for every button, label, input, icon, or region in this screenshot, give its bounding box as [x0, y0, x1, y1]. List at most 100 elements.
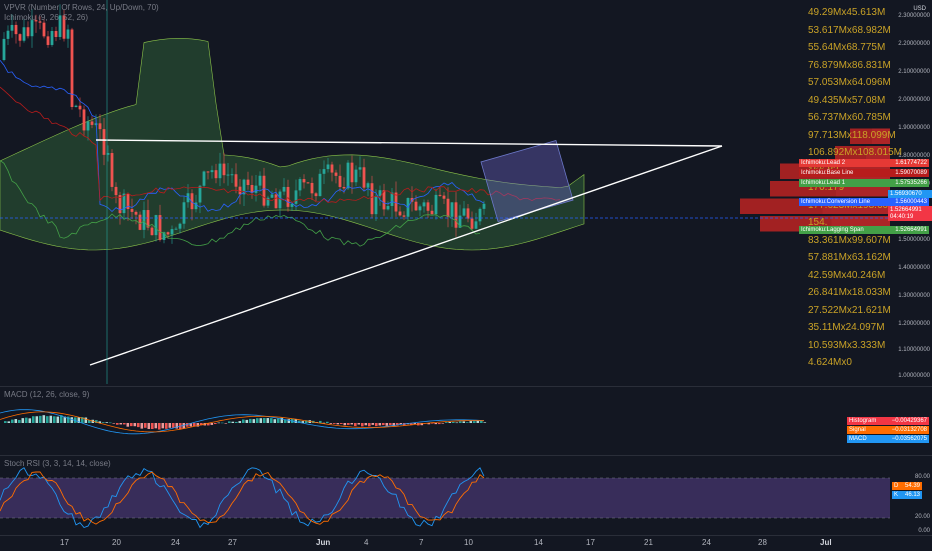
candle-down [414, 201, 418, 211]
macd-histogram-bar [14, 419, 18, 423]
candle-up [258, 175, 262, 186]
volume-profile-label: 56.737Mx60.785M [808, 112, 891, 123]
candle-down [350, 162, 354, 183]
tag-value: 1.52664991 [895, 227, 927, 233]
price-tag: 1.56930670 [888, 190, 932, 198]
candle-down [150, 227, 154, 236]
candle-up [2, 38, 6, 60]
tag-value: 54.39 [904, 483, 920, 489]
candle-down [438, 194, 442, 196]
price-chart-canvas[interactable] [0, 0, 932, 384]
macd-histogram-bar [263, 417, 266, 423]
macd-histogram-bar [119, 423, 123, 425]
price-tick: 1.40000000 [898, 265, 930, 271]
macd-histogram-bar [21, 418, 25, 423]
main-legend[interactable]: VPVR (Number Of Rows, 24, Up/Down, 70) I… [4, 3, 159, 23]
candle-up [318, 173, 322, 197]
macd-histogram-bar [147, 423, 151, 430]
macd-histogram-bar [224, 423, 228, 424]
vpvr-legend[interactable]: VPVR (Number Of Rows, 24, Up/Down, 70) [4, 3, 159, 13]
time-tick: 28 [758, 538, 767, 547]
macd-histogram-bar [126, 423, 130, 427]
stoch-rsi-pane[interactable]: Stoch RSI (3, 3, 14, 14, close) 80.00 20… [0, 455, 932, 536]
macd-histogram-bar [371, 423, 375, 425]
time-tick: Jul [820, 538, 832, 547]
macd-histogram-bar [361, 423, 364, 427]
price-tick: 1.50000000 [898, 237, 930, 243]
candle-up [298, 179, 302, 191]
price-tick: 1.90000000 [898, 125, 930, 131]
time-axis[interactable]: 17 20 24 27 Jun 4 7 10 14 17 21 24 28 Jul [0, 535, 932, 551]
volume-profile-label: 57.881Mx63.162M [808, 252, 891, 263]
tag-value: −0.00429367 [891, 418, 927, 424]
macd-histogram-bar [235, 421, 238, 423]
macd-histogram-bar [67, 416, 70, 423]
tag-label: Histogram [849, 418, 877, 424]
stoch-tick-80: 80.00 [914, 474, 930, 480]
candle-down [78, 105, 82, 110]
candle-down [398, 211, 402, 216]
macd-pane[interactable]: MACD (12, 26, close, 9) Histogram −0.0042… [0, 386, 932, 455]
macd-histogram-bar [228, 421, 231, 423]
time-tick: 14 [534, 538, 543, 547]
tag-value: −0.03132708 [891, 427, 927, 433]
tag-label: Signal [849, 427, 866, 433]
stoch-legend[interactable]: Stoch RSI (3, 3, 14, 14, close) [4, 459, 111, 468]
time-tick: 20 [112, 538, 121, 547]
time-tick: 17 [60, 538, 69, 547]
macd-histogram-bar [445, 422, 448, 423]
candle-up [142, 210, 146, 230]
macd-histogram-bar [354, 423, 357, 427]
macd-legend[interactable]: MACD (12, 26, close, 9) [4, 390, 89, 399]
currency-label: USD [913, 6, 926, 12]
ichimoku-legend[interactable]: Ichimoku (9, 26, 52, 26) [4, 13, 159, 23]
tag-label: Ichimoku:Conversion Line [801, 199, 871, 205]
macd-histogram-bar [469, 421, 473, 423]
candle-down [234, 174, 238, 187]
volume-profile-label: 42.59Mx40.246M [808, 269, 886, 281]
tag-value: 1.56000443 [895, 199, 927, 205]
macd-canvas[interactable] [0, 387, 932, 455]
volume-profile-label: 57.053Mx64.096M [808, 77, 891, 88]
macd-histogram-bar [245, 419, 249, 423]
macd-histogram-bar [385, 423, 389, 426]
macd-histogram-bar [242, 419, 245, 423]
tag-value: 1.61774722 [895, 160, 927, 166]
stoch-rsi-canvas[interactable] [0, 456, 932, 536]
macd-histogram-bar [18, 419, 21, 423]
macd-histogram-bar [46, 416, 49, 423]
macd-histogram-bar [333, 423, 336, 424]
price-tick: 2.00000000 [898, 97, 930, 103]
price-tag: Ichimoku:Lagging Span 1.52664991 [799, 226, 929, 234]
candle-up [202, 171, 206, 186]
macd-histogram-bar [462, 421, 466, 423]
candle-down [446, 198, 450, 217]
candle-down [14, 24, 18, 35]
macd-histogram-bar [483, 422, 487, 423]
macd-tag: Histogram −0.00429367 [847, 417, 929, 425]
macd-histogram-bar [249, 418, 252, 423]
volume-profile-label: 49.435Mx57.08M [808, 94, 886, 106]
macd-histogram-bar [368, 423, 371, 427]
candle-down [54, 31, 58, 37]
candle-down [130, 209, 134, 212]
candle-up [50, 31, 54, 45]
candle-down [206, 171, 210, 173]
macd-histogram-bar [382, 423, 385, 426]
volume-profile-label: 26.841Mx18.033M [808, 287, 891, 298]
candle-down [430, 210, 434, 215]
candle-down [222, 163, 226, 176]
macd-histogram-bar [144, 423, 147, 428]
macd-histogram-bar [452, 421, 455, 423]
macd-histogram-bar [112, 423, 116, 424]
macd-histogram-bar [340, 423, 343, 424]
macd-histogram-bar [434, 423, 438, 425]
tag-value: −0.03562075 [891, 436, 927, 442]
macd-histogram-bar [270, 418, 273, 423]
macd-histogram-bar [137, 423, 140, 428]
volume-profile-label: 4.624Mx0 [808, 357, 852, 368]
macd-histogram-bar [84, 417, 88, 423]
candle-up [354, 169, 358, 183]
candle-down [454, 202, 458, 228]
main-chart-pane[interactable]: VPVR (Number Of Rows, 24, Up/Down, 70) I… [0, 0, 932, 384]
